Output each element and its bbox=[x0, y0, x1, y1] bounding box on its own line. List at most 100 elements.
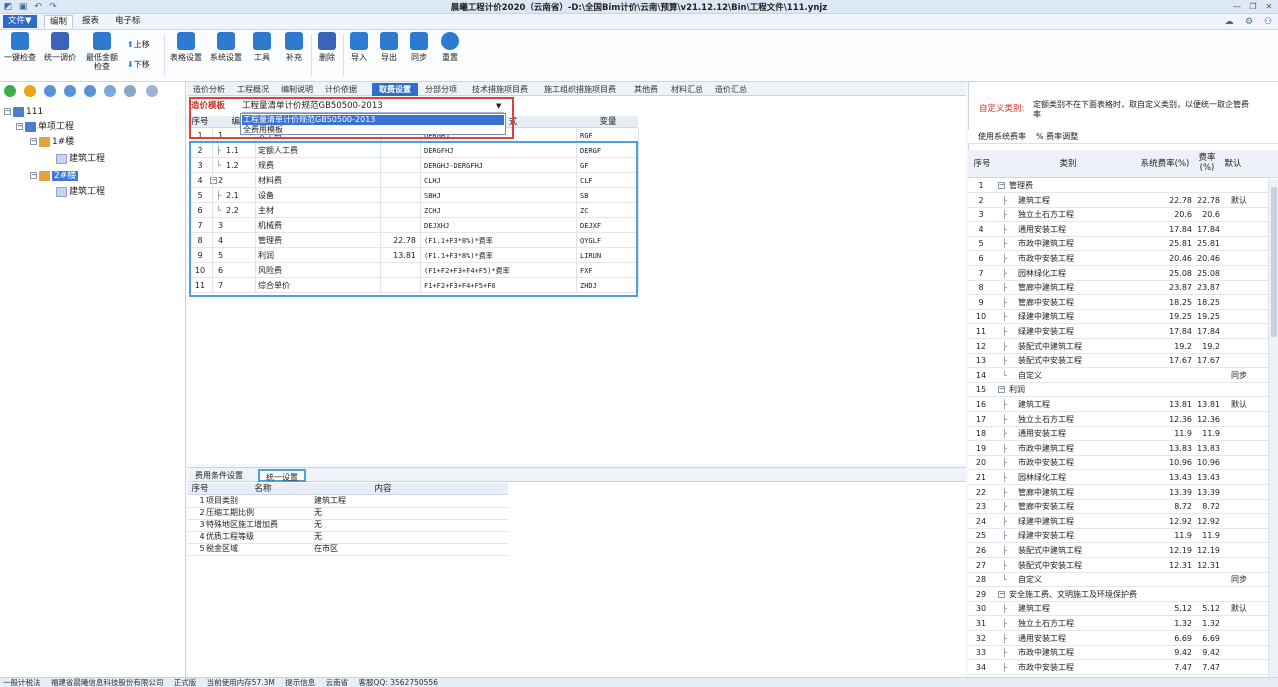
reset-button[interactable]: 重置 bbox=[436, 32, 464, 80]
gear-icon[interactable] bbox=[124, 85, 136, 97]
rate-row[interactable]: 8 ├ 管廊中建筑工程 23.87 23.87 bbox=[968, 281, 1268, 296]
rate-cell-def[interactable] bbox=[1226, 237, 1252, 251]
tab-sub-items[interactable]: 分部分项 bbox=[422, 83, 460, 96]
rate-row[interactable]: 13 ├ 装配式中安装工程 17.67 17.67 bbox=[968, 354, 1268, 369]
maximize-icon[interactable]: ❐ bbox=[1246, 1, 1260, 12]
arrow-up-icon[interactable] bbox=[84, 85, 96, 97]
rate-cell-def[interactable] bbox=[1226, 632, 1252, 646]
rate-row[interactable]: 18 ├ 通用安装工程 11.9 11.9 bbox=[968, 427, 1268, 442]
settings-cell-content[interactable]: 建筑工程 bbox=[314, 495, 494, 507]
tab-compile-notes[interactable]: 编制说明 bbox=[278, 83, 316, 96]
rate-cell-def[interactable] bbox=[1226, 486, 1252, 500]
rate-cell-rate[interactable]: 10.96 bbox=[1194, 456, 1220, 470]
rate-cell-def[interactable] bbox=[1226, 646, 1252, 660]
tab-other-fees[interactable]: 其他费 bbox=[632, 83, 660, 96]
rate-group-row[interactable]: 15 − 利润 bbox=[968, 383, 1268, 398]
tab-tech-measures[interactable]: 技术措施项目费 bbox=[468, 83, 532, 96]
rate-row[interactable]: 12 ├ 装配式中建筑工程 19.2 19.2 bbox=[968, 340, 1268, 354]
rate-cell-def[interactable] bbox=[1226, 223, 1252, 237]
tab-cost-analysis[interactable]: 造价分析 bbox=[190, 83, 228, 96]
rate-row[interactable]: 25 ├ 绿建中安装工程 11.9 11.9 bbox=[968, 529, 1268, 544]
rate-cell-rate[interactable]: 7.47 bbox=[1194, 661, 1220, 675]
rate-cell-def[interactable]: 同步 bbox=[1226, 369, 1252, 383]
one-key-check-button[interactable]: 一键检查 bbox=[2, 32, 38, 80]
rate-cell-def[interactable] bbox=[1226, 559, 1252, 573]
export-button[interactable]: 导出 bbox=[376, 32, 402, 80]
rate-cell-def[interactable]: 默认 bbox=[1226, 602, 1252, 616]
settings-row[interactable]: 5 税金区域 在市区 bbox=[188, 544, 508, 556]
tab-project-overview[interactable]: 工程概况 bbox=[234, 83, 272, 96]
rate-cell-def[interactable] bbox=[1226, 544, 1252, 558]
settings-cell-content[interactable]: 在市区 bbox=[314, 543, 494, 555]
rate-cell-rate[interactable]: 19.2 bbox=[1194, 340, 1220, 354]
rate-cell-rate[interactable]: 6.69 bbox=[1194, 632, 1220, 646]
rate-cell-def[interactable] bbox=[1226, 354, 1252, 368]
rate-row[interactable]: 10 ├ 绿建中建筑工程 19.25 19.25 bbox=[968, 310, 1268, 325]
rate-cell-def[interactable] bbox=[1226, 383, 1252, 397]
use-system-rate-tab[interactable]: 使用系统费率 bbox=[978, 130, 1026, 144]
rate-row[interactable]: 22 ├ 管廊中建筑工程 13.39 13.39 bbox=[968, 486, 1268, 500]
rate-row[interactable]: 4 ├ 通用安装工程 17.84 17.84 bbox=[968, 223, 1268, 237]
rate-cell-rate[interactable] bbox=[1194, 588, 1220, 602]
rate-row[interactable]: 24 ├ 绿建中建筑工程 12.92 12.92 bbox=[968, 515, 1268, 529]
rate-cell-def[interactable] bbox=[1226, 325, 1252, 339]
collapse-icon[interactable]: − bbox=[998, 386, 1005, 394]
rate-row[interactable]: 11 ├ 绿建中安装工程 17.84 17.84 bbox=[968, 325, 1268, 339]
rate-cell-def[interactable]: 同步 bbox=[1226, 573, 1252, 587]
rate-row[interactable]: 2 ├ 建筑工程 22.78 22.78 默认 bbox=[968, 194, 1268, 208]
settings-icon[interactable]: ⚙ bbox=[1242, 17, 1256, 27]
menu-tab-file[interactable]: 文件▼ bbox=[3, 15, 37, 28]
import-button[interactable]: 导入 bbox=[346, 32, 372, 80]
menu-tab-ebid[interactable]: 电子标 bbox=[110, 15, 146, 28]
tools-button[interactable]: 工具 bbox=[248, 32, 276, 80]
status-hint[interactable]: 提示信息 bbox=[285, 678, 315, 687]
rate-cell-def[interactable] bbox=[1226, 413, 1252, 427]
rate-group-row[interactable]: 29 − 安全施工费、文明施工及环境保护费 bbox=[968, 588, 1268, 602]
collapse-icon[interactable]: − bbox=[30, 138, 37, 145]
variable-icon[interactable] bbox=[146, 85, 158, 97]
rate-cell-def[interactable] bbox=[1226, 529, 1252, 543]
tree-node-building-1[interactable]: −1#楼 bbox=[30, 136, 74, 149]
user-icon[interactable]: ⚇ bbox=[1262, 17, 1274, 27]
tree-node-construction-1[interactable]: 建筑工程 bbox=[56, 153, 105, 166]
rate-cell-def[interactable] bbox=[1226, 456, 1252, 470]
collapse-icon[interactable]: − bbox=[30, 172, 37, 179]
rate-row[interactable]: 23 ├ 管廊中安装工程 8.72 8.72 bbox=[968, 500, 1268, 515]
rate-row[interactable]: 17 ├ 独立土石方工程 12.36 12.36 bbox=[968, 413, 1268, 427]
rate-row[interactable]: 9 ├ 管廊中安装工程 18.25 18.25 bbox=[968, 296, 1268, 310]
rate-cell-rate[interactable] bbox=[1194, 369, 1220, 383]
settings-cell-content[interactable]: 无 bbox=[314, 507, 494, 519]
rate-cell-rate[interactable]: 13.43 bbox=[1194, 471, 1220, 485]
rate-row[interactable]: 30 ├ 建筑工程 5.12 5.12 默认 bbox=[968, 602, 1268, 617]
move-up-button[interactable]: ⬆上移 bbox=[127, 39, 150, 51]
tab-unified-settings[interactable]: 统一设置 bbox=[258, 469, 306, 482]
rate-row[interactable]: 21 ├ 园林绿化工程 13.43 13.43 bbox=[968, 471, 1268, 485]
supplement-button[interactable]: 补充 bbox=[280, 32, 308, 80]
rate-cell-rate[interactable]: 20.6 bbox=[1194, 208, 1220, 222]
rate-cell-rate[interactable]: 12.92 bbox=[1194, 515, 1220, 529]
rate-row[interactable]: 34 ├ 市政中安装工程 7.47 7.47 bbox=[968, 661, 1268, 675]
rate-row[interactable]: 16 ├ 建筑工程 13.81 13.81 默认 bbox=[968, 398, 1268, 412]
table-settings-button[interactable]: 表格设置 bbox=[168, 32, 204, 80]
rate-cell-rate[interactable]: 13.83 bbox=[1194, 442, 1220, 456]
rate-cell-rate[interactable]: 12.36 bbox=[1194, 413, 1220, 427]
rate-cell-def[interactable]: 默认 bbox=[1226, 194, 1252, 208]
rate-cell-def[interactable] bbox=[1226, 515, 1252, 529]
import-tree-icon[interactable] bbox=[44, 85, 56, 97]
rate-adjust-tab[interactable]: % 费率调整 bbox=[1036, 130, 1078, 144]
rate-cell-rate[interactable]: 9.42 bbox=[1194, 646, 1220, 660]
rate-row[interactable]: 5 ├ 市政中建筑工程 25.81 25.81 bbox=[968, 237, 1268, 252]
rate-cell-rate[interactable]: 1.32 bbox=[1194, 617, 1220, 631]
tree-node-construction-2[interactable]: 建筑工程 bbox=[56, 186, 105, 199]
rate-cell-rate[interactable]: 11.9 bbox=[1194, 529, 1220, 543]
sync-button[interactable]: 同步 bbox=[406, 32, 432, 80]
rate-cell-rate[interactable]: 23.87 bbox=[1194, 281, 1220, 295]
move-down-button[interactable]: ⬇下移 bbox=[127, 59, 150, 71]
rate-cell-rate[interactable]: 22.78 bbox=[1194, 194, 1220, 208]
rate-cell-def[interactable] bbox=[1226, 471, 1252, 485]
tree-node-project[interactable]: −111 bbox=[4, 106, 43, 119]
scrollbar-thumb[interactable] bbox=[1271, 187, 1277, 337]
rate-row[interactable]: 14 └ 自定义 同步 bbox=[968, 369, 1268, 383]
rate-cell-def[interactable]: 默认 bbox=[1226, 398, 1252, 412]
rate-cell-rate[interactable]: 18.25 bbox=[1194, 296, 1220, 310]
